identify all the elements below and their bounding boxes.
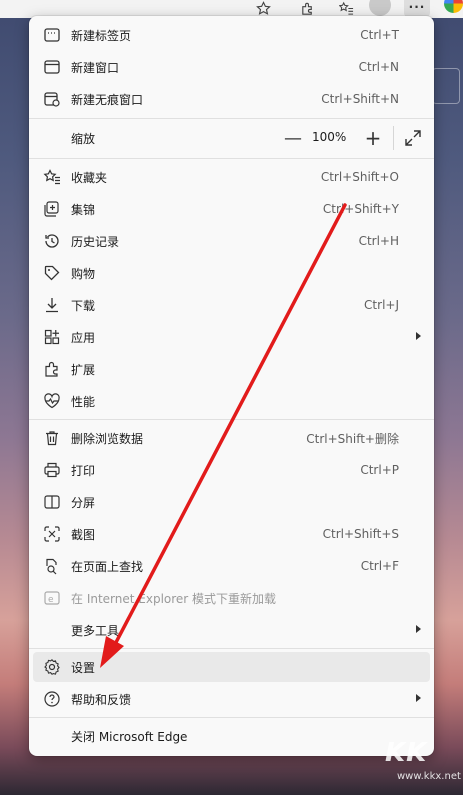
menu-item-reload-in-ie-mode: e 在 Internet Explorer 模式下重新加载 xyxy=(33,583,430,613)
find-on-page-icon xyxy=(43,557,61,575)
favorites-icon xyxy=(43,168,61,186)
menu-item-new-window[interactable]: 新建窗口 Ctrl+N xyxy=(33,52,430,82)
menu-item-clear-browsing-data[interactable]: 删除浏览数据 Ctrl+Shift+删除 xyxy=(33,423,430,453)
settings-and-more-button[interactable]: ··· xyxy=(404,0,430,17)
menu-item-screenshot[interactable]: 截图 Ctrl+Shift+S xyxy=(33,519,430,549)
settings-and-more-menu: 新建标签页 Ctrl+T 新建窗口 Ctrl+N 新建无痕窗口 Ctrl+Shi… xyxy=(29,16,434,756)
site-watermark-logo: KK www.kkx.net xyxy=(385,738,461,782)
screenshot-icon xyxy=(43,525,61,543)
shopping-tag-icon xyxy=(43,264,61,282)
menu-item-label: 分屏 xyxy=(71,495,96,510)
menu-item-history[interactable]: 历史记录 Ctrl+H xyxy=(33,226,430,256)
zoom-out-button[interactable]: — xyxy=(281,128,305,149)
new-window-icon xyxy=(43,58,61,76)
ie-mode-icon: e xyxy=(43,589,61,607)
submenu-chevron-icon xyxy=(416,625,421,633)
new-tab-icon xyxy=(43,26,61,44)
submenu-chevron-icon xyxy=(416,332,421,340)
menu-item-settings[interactable]: 设置 xyxy=(33,652,430,682)
menu-item-downloads[interactable]: 下载 Ctrl+J xyxy=(33,290,430,320)
menu-item-shortcut: Ctrl+P xyxy=(360,463,399,477)
history-icon xyxy=(43,232,61,250)
menu-item-label: 扩展 xyxy=(71,362,96,377)
menu-separator xyxy=(29,419,434,420)
menu-item-more-tools[interactable]: 更多工具 xyxy=(33,615,430,645)
svg-text:e: e xyxy=(48,595,54,605)
menu-item-find-on-page[interactable]: 在页面上查找 Ctrl+F xyxy=(33,551,430,581)
menu-item-shopping[interactable]: 购物 xyxy=(33,258,430,288)
menu-item-extensions[interactable]: 扩展 xyxy=(33,354,430,384)
download-icon xyxy=(43,296,61,314)
split-screen-icon xyxy=(43,493,61,511)
menu-separator xyxy=(29,158,434,159)
menu-item-label: 新建无痕窗口 xyxy=(71,92,144,107)
menu-item-label: 在页面上查找 xyxy=(71,559,144,574)
menu-item-favorites[interactable]: 收藏夹 Ctrl+Shift+O xyxy=(33,162,430,192)
menu-separator xyxy=(29,118,434,119)
menu-item-performance[interactable]: 性能 xyxy=(33,386,430,416)
menu-item-apps[interactable]: 应用 xyxy=(33,322,430,352)
menu-item-label: 在 Internet Explorer 模式下重新加载 xyxy=(71,591,277,606)
menu-item-shortcut: Ctrl+Shift+N xyxy=(321,92,399,106)
menu-item-label: 购物 xyxy=(71,266,96,281)
menu-item-label: 设置 xyxy=(71,660,96,675)
menu-item-shortcut: Ctrl+F xyxy=(360,559,399,573)
menu-item-collections[interactable]: 集锦 Ctrl+Shift+Y xyxy=(33,194,430,224)
fullscreen-icon[interactable] xyxy=(403,128,423,148)
menu-item-label: 截图 xyxy=(71,527,96,542)
menu-item-shortcut: Ctrl+Shift+删除 xyxy=(306,431,399,446)
page-side-element xyxy=(432,68,460,104)
inprivate-window-icon xyxy=(43,90,61,108)
menu-separator xyxy=(29,717,434,718)
menu-item-label: 新建窗口 xyxy=(71,60,120,75)
menu-item-label: 关闭 Microsoft Edge xyxy=(71,729,188,744)
profile-avatar[interactable] xyxy=(369,0,391,16)
submenu-chevron-icon xyxy=(416,694,421,702)
menu-item-label: 集锦 xyxy=(71,202,96,217)
menu-item-label: 更多工具 xyxy=(71,623,120,638)
menu-item-label: 应用 xyxy=(71,330,96,345)
menu-item-shortcut: Ctrl+J xyxy=(364,298,399,312)
menu-item-shortcut: Ctrl+Shift+S xyxy=(322,527,399,541)
menu-item-new-inprivate-window[interactable]: 新建无痕窗口 Ctrl+Shift+N xyxy=(33,84,430,114)
menu-item-split-screen[interactable]: 分屏 xyxy=(33,487,430,517)
apps-icon xyxy=(43,328,61,346)
menu-item-label: 打印 xyxy=(71,463,96,478)
menu-item-label: 收藏夹 xyxy=(71,170,108,185)
menu-item-label: 性能 xyxy=(71,394,96,409)
menu-item-close-edge[interactable]: 关闭 Microsoft Edge xyxy=(33,721,430,751)
extensions-icon xyxy=(43,360,61,378)
menu-item-label: 下载 xyxy=(71,298,96,313)
menu-item-shortcut: Ctrl+H xyxy=(358,234,399,248)
menu-item-label: 历史记录 xyxy=(71,234,120,249)
trash-icon xyxy=(43,429,61,447)
print-icon xyxy=(43,461,61,479)
zoom-divider xyxy=(393,126,394,150)
zoom-in-button[interactable]: + xyxy=(361,126,385,150)
help-icon xyxy=(43,690,61,708)
performance-icon xyxy=(43,392,61,410)
menu-item-shortcut: Ctrl+N xyxy=(358,60,399,74)
menu-item-shortcut: Ctrl+T xyxy=(360,28,399,42)
menu-item-shortcut: Ctrl+Shift+Y xyxy=(322,202,399,216)
menu-item-label: 帮助和反馈 xyxy=(71,692,132,707)
zoom-level: 100% xyxy=(312,130,347,144)
menu-item-label: 删除浏览数据 xyxy=(71,431,144,446)
menu-item-new-tab[interactable]: 新建标签页 Ctrl+T xyxy=(33,20,430,50)
settings-gear-icon xyxy=(43,658,61,676)
menu-item-label: 缩放 xyxy=(71,131,96,146)
menu-item-label: 新建标签页 xyxy=(71,28,132,43)
menu-item-shortcut: Ctrl+Shift+O xyxy=(320,170,399,184)
copilot-icon[interactable] xyxy=(444,0,463,13)
menu-separator xyxy=(29,648,434,649)
menu-item-help-and-feedback[interactable]: 帮助和反馈 xyxy=(33,684,430,714)
menu-item-print[interactable]: 打印 Ctrl+P xyxy=(33,455,430,485)
menu-item-zoom: 缩放 — 100% + xyxy=(33,123,430,153)
collections-icon xyxy=(43,200,61,218)
